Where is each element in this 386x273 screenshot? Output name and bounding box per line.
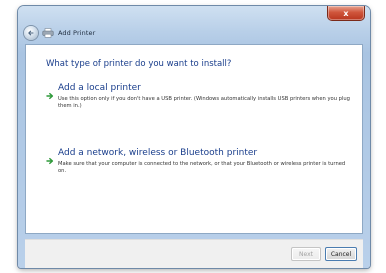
back-button[interactable] xyxy=(24,26,38,40)
close-icon: x xyxy=(343,8,349,18)
cancel-button[interactable]: Cancel xyxy=(325,247,357,261)
option-add-network-printer[interactable]: Add a network, wireless or Bluetooth pri… xyxy=(46,148,351,175)
wizard-content: What type of printer do you want to inst… xyxy=(25,44,363,234)
green-arrow-icon xyxy=(46,148,58,175)
printer-icon xyxy=(42,28,54,38)
page-heading: What type of printer do you want to inst… xyxy=(46,59,232,69)
back-arrow-icon xyxy=(28,30,34,36)
option-add-local-printer[interactable]: Add a local printer Use this option only… xyxy=(46,83,351,110)
add-printer-window: x Add Printer What type of printer do yo… xyxy=(18,6,370,268)
navigation-row: Add Printer xyxy=(24,26,95,40)
window-title: Add Printer xyxy=(58,29,96,37)
option-title[interactable]: Add a local printer xyxy=(58,83,351,94)
title-bar[interactable]: x Add Printer xyxy=(18,6,370,40)
button-bar: Next Cancel xyxy=(25,239,363,268)
green-arrow-icon xyxy=(46,83,58,110)
close-button[interactable]: x xyxy=(328,6,364,20)
next-button[interactable]: Next xyxy=(291,247,321,261)
option-title[interactable]: Add a network, wireless or Bluetooth pri… xyxy=(58,148,351,159)
option-description: Use this option only if you don't have a… xyxy=(58,96,350,109)
option-description: Make sure that your computer is connecte… xyxy=(58,161,346,174)
